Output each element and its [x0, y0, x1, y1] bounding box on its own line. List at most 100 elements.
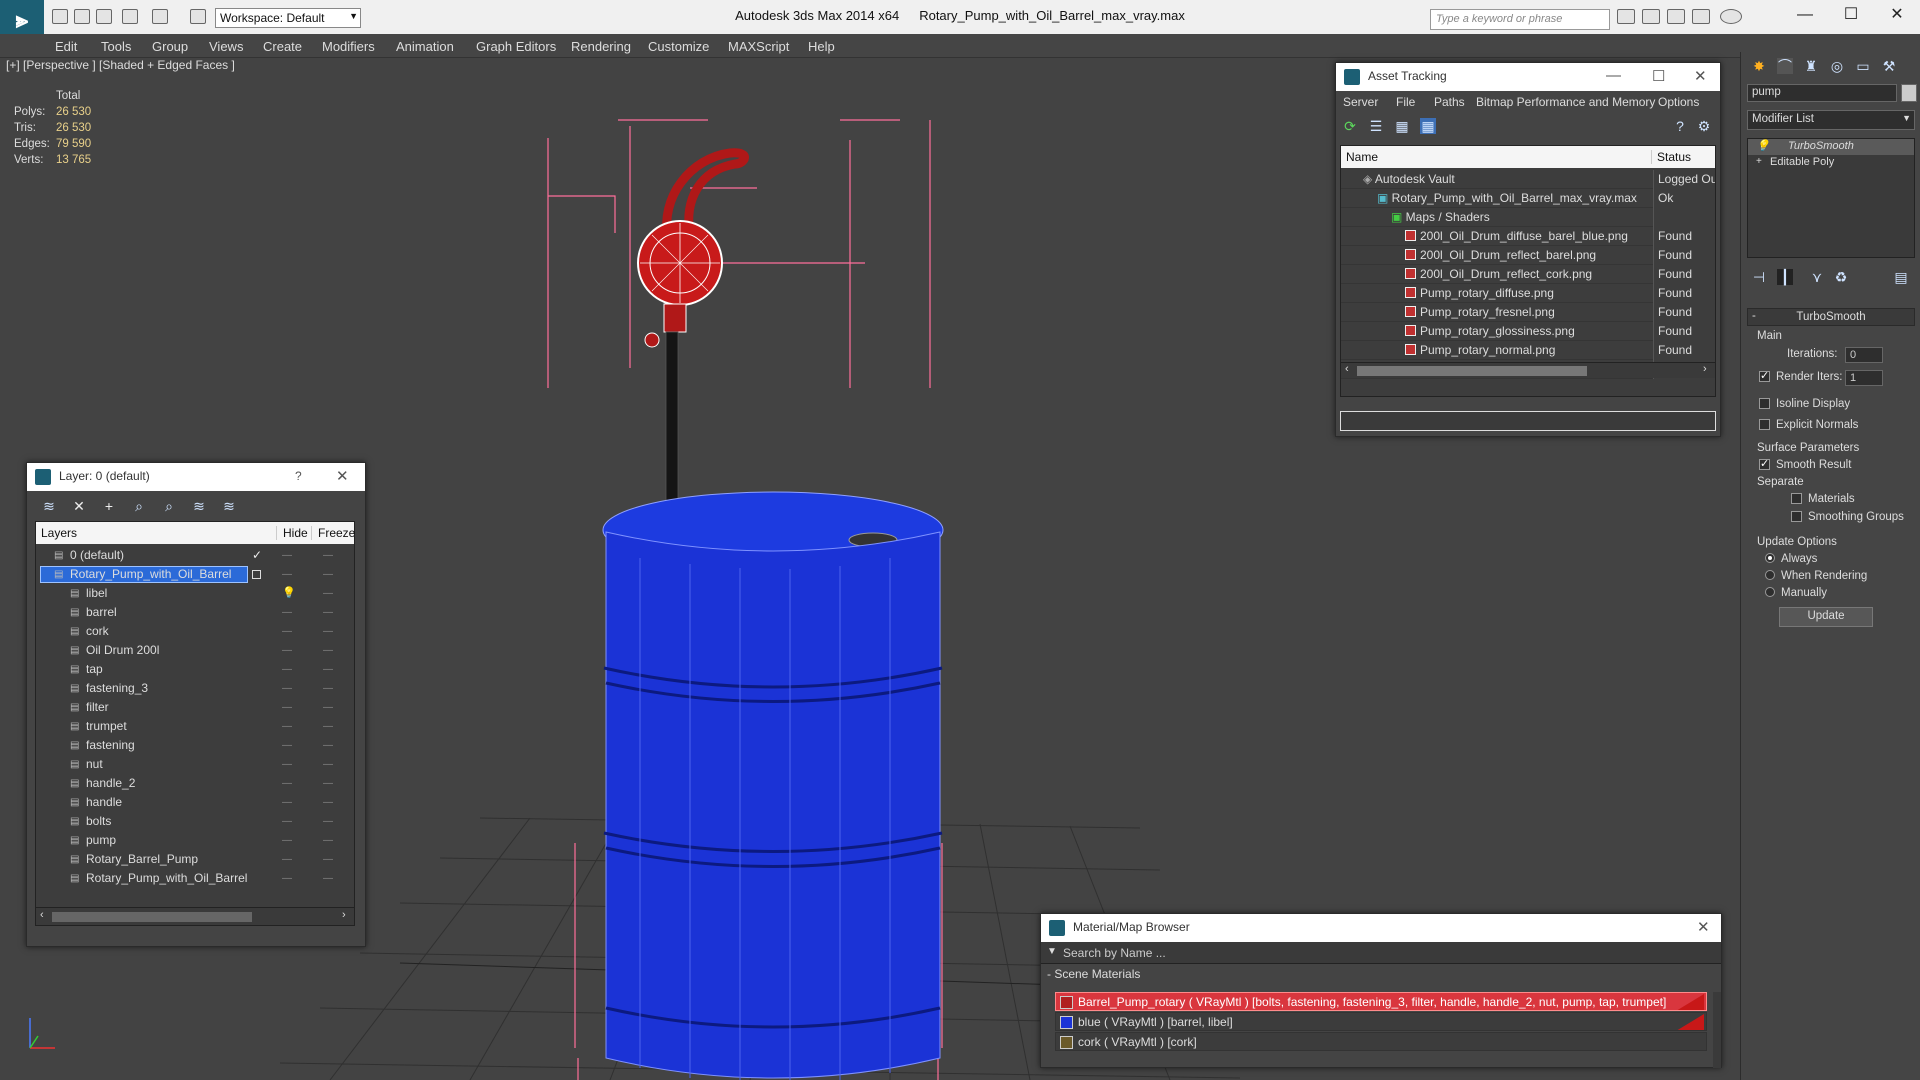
- layer-row[interactable]: ▤ 0 (default) ✓ — —: [36, 546, 354, 565]
- col-layers[interactable]: Layers: [41, 526, 77, 540]
- configure-sets-icon[interactable]: ▤: [1893, 269, 1909, 285]
- utilities-tab-icon[interactable]: ⚒: [1881, 58, 1897, 74]
- create-layer-icon[interactable]: ≋: [41, 498, 57, 514]
- filter-icon[interactable]: ▼: [1047, 946, 1057, 957]
- manually-radio[interactable]: [1765, 587, 1775, 597]
- asset-menu-bitmap[interactable]: Bitmap Performance and Memory: [1476, 95, 1655, 109]
- freeze-toggle[interactable]: —: [323, 698, 334, 717]
- material-vscrollbar[interactable]: [1713, 992, 1721, 1068]
- close-icon[interactable]: ✕: [1694, 67, 1707, 85]
- help-icon[interactable]: [1720, 9, 1742, 24]
- menu-views[interactable]: Views: [209, 39, 243, 54]
- settings-icon[interactable]: ⚙: [1696, 118, 1712, 134]
- layer-row[interactable]: ▤ Rotary_Barrel_Pump — —: [36, 850, 354, 869]
- col-name[interactable]: Name: [1346, 150, 1378, 164]
- asset-menu-options[interactable]: Options: [1658, 95, 1699, 109]
- search-input[interactable]: Type a keyword or phrase: [1430, 9, 1610, 30]
- update-button[interactable]: Update: [1779, 607, 1873, 627]
- menu-rendering[interactable]: Rendering: [571, 39, 631, 54]
- binoculars-icon[interactable]: [1617, 9, 1635, 24]
- layer-row[interactable]: ▤ handle — —: [36, 793, 354, 812]
- help-icon[interactable]: ?: [295, 469, 302, 483]
- menu-create[interactable]: Create: [263, 39, 302, 54]
- menu-graph-editors[interactable]: Graph Editors: [476, 39, 556, 54]
- smoothing-groups-checkbox[interactable]: [1791, 511, 1802, 522]
- freeze-toggle[interactable]: —: [323, 584, 334, 603]
- layer-row[interactable]: ▤ fastening_3 — —: [36, 679, 354, 698]
- render-iters-spinner[interactable]: 1: [1845, 370, 1883, 386]
- asset-row[interactable]: 200l_Oil_Drum_diffuse_barel_blue.png Foun…: [1341, 227, 1715, 246]
- scene-materials-group[interactable]: - Scene Materials: [1041, 964, 1721, 984]
- asset-row[interactable]: ▣ Maps / Shaders: [1341, 208, 1715, 227]
- menu-animation[interactable]: Animation: [396, 39, 454, 54]
- hide-toggle[interactable]: —: [282, 812, 293, 831]
- menu-edit[interactable]: Edit: [55, 39, 77, 54]
- hide-toggle[interactable]: —: [282, 869, 293, 888]
- save-file-icon[interactable]: [96, 9, 112, 24]
- turbosmooth-rollout-header[interactable]: - TurboSmooth: [1747, 308, 1915, 326]
- freeze-toggle[interactable]: —: [323, 812, 334, 831]
- hierarchy-tab-icon[interactable]: ♜: [1803, 58, 1819, 74]
- hide-toggle[interactable]: —: [282, 850, 293, 869]
- freeze-toggle[interactable]: —: [323, 603, 334, 622]
- materials-row[interactable]: Materials: [1791, 493, 1855, 505]
- minimize-icon[interactable]: —: [1606, 67, 1621, 84]
- project-folder-icon[interactable]: [190, 9, 206, 24]
- manually-row[interactable]: Manually: [1765, 587, 1827, 599]
- hide-toggle[interactable]: —: [282, 717, 293, 736]
- favorites-star-icon[interactable]: [1692, 9, 1710, 24]
- freeze-all-icon[interactable]: ≋: [221, 498, 237, 514]
- list-view-icon[interactable]: ☰: [1368, 118, 1384, 134]
- table-view-icon[interactable]: ▦: [1420, 118, 1436, 134]
- layer-panel-titlebar[interactable]: Layer: 0 (default) ? ✕: [27, 463, 365, 491]
- motion-tab-icon[interactable]: ◎: [1829, 58, 1845, 74]
- hide-toggle[interactable]: —: [282, 755, 293, 774]
- menu-help[interactable]: Help: [808, 39, 835, 54]
- scroll-left-icon[interactable]: ‹: [1345, 363, 1349, 375]
- lightbulb-icon[interactable]: 💡: [1756, 139, 1770, 152]
- freeze-toggle[interactable]: —: [323, 679, 334, 698]
- asset-path-field[interactable]: [1340, 411, 1716, 431]
- new-file-icon[interactable]: [52, 9, 68, 24]
- object-color-swatch[interactable]: [1901, 84, 1917, 102]
- modify-tab-icon[interactable]: ⌒: [1777, 58, 1793, 74]
- remove-modifier-icon[interactable]: ♻: [1833, 269, 1849, 285]
- asset-row[interactable]: Pump_rotary_fresnel.png Found: [1341, 303, 1715, 322]
- menu-group[interactable]: Group: [152, 39, 188, 54]
- layer-row[interactable]: ▤ trumpet — —: [36, 717, 354, 736]
- layer-row[interactable]: ▤ cork — —: [36, 622, 354, 641]
- material-item[interactable]: cork ( VRayMtl ) [cork]: [1055, 1032, 1707, 1051]
- asset-menu-file[interactable]: File: [1396, 95, 1415, 109]
- close-icon[interactable]: ✕: [336, 467, 349, 485]
- freeze-toggle[interactable]: —: [323, 546, 334, 565]
- hide-toggle[interactable]: —: [282, 603, 293, 622]
- layer-row[interactable]: ▤ libel 💡 —: [36, 584, 354, 603]
- communication-icon[interactable]: [1667, 9, 1685, 24]
- asset-row[interactable]: Pump_rotary_glossiness.png Found: [1341, 322, 1715, 341]
- scroll-right-icon[interactable]: ›: [1703, 363, 1707, 375]
- hide-toggle[interactable]: —: [282, 546, 293, 565]
- asset-row[interactable]: 200l_Oil_Drum_reflect_barel.png Found: [1341, 246, 1715, 265]
- select-objects-icon[interactable]: ⌕: [131, 498, 147, 514]
- current-layer-check-icon[interactable]: ✓: [252, 546, 262, 565]
- hide-toggle[interactable]: —: [282, 736, 293, 755]
- menu-modifiers[interactable]: Modifiers: [322, 39, 375, 54]
- hide-toggle[interactable]: —: [282, 831, 293, 850]
- subscription-icon[interactable]: [1642, 9, 1660, 24]
- viewport-label[interactable]: [+] [Perspective ] [Shaded + Edged Faces…: [6, 58, 235, 72]
- undo-icon[interactable]: [122, 9, 138, 24]
- freeze-toggle[interactable]: —: [323, 622, 334, 641]
- minimize-button[interactable]: —: [1782, 3, 1828, 27]
- asset-menu-server[interactable]: Server: [1343, 95, 1378, 109]
- render-iters-row[interactable]: Render Iters:: [1759, 369, 1842, 383]
- freeze-toggle[interactable]: —: [323, 831, 334, 850]
- iterations-spinner[interactable]: 0: [1845, 347, 1883, 363]
- refresh-icon[interactable]: ⟳: [1342, 118, 1358, 134]
- layer-row[interactable]: ▤ Rotary_Pump_with_Oil_Barrel — —: [36, 869, 354, 888]
- stack-item-turbosmooth[interactable]: 💡 TurboSmooth: [1748, 139, 1914, 155]
- asset-panel-titlebar[interactable]: Asset Tracking — ☐ ✕: [1336, 63, 1720, 91]
- hide-toggle[interactable]: —: [282, 793, 293, 812]
- delete-layer-icon[interactable]: ✕: [71, 498, 87, 514]
- asset-row[interactable]: ▣ Rotary_Pump_with_Oil_Barrel_max_vray.m…: [1341, 189, 1715, 208]
- layer-row[interactable]: ▤ Rotary_Pump_with_Oil_Barrel — —: [36, 565, 354, 584]
